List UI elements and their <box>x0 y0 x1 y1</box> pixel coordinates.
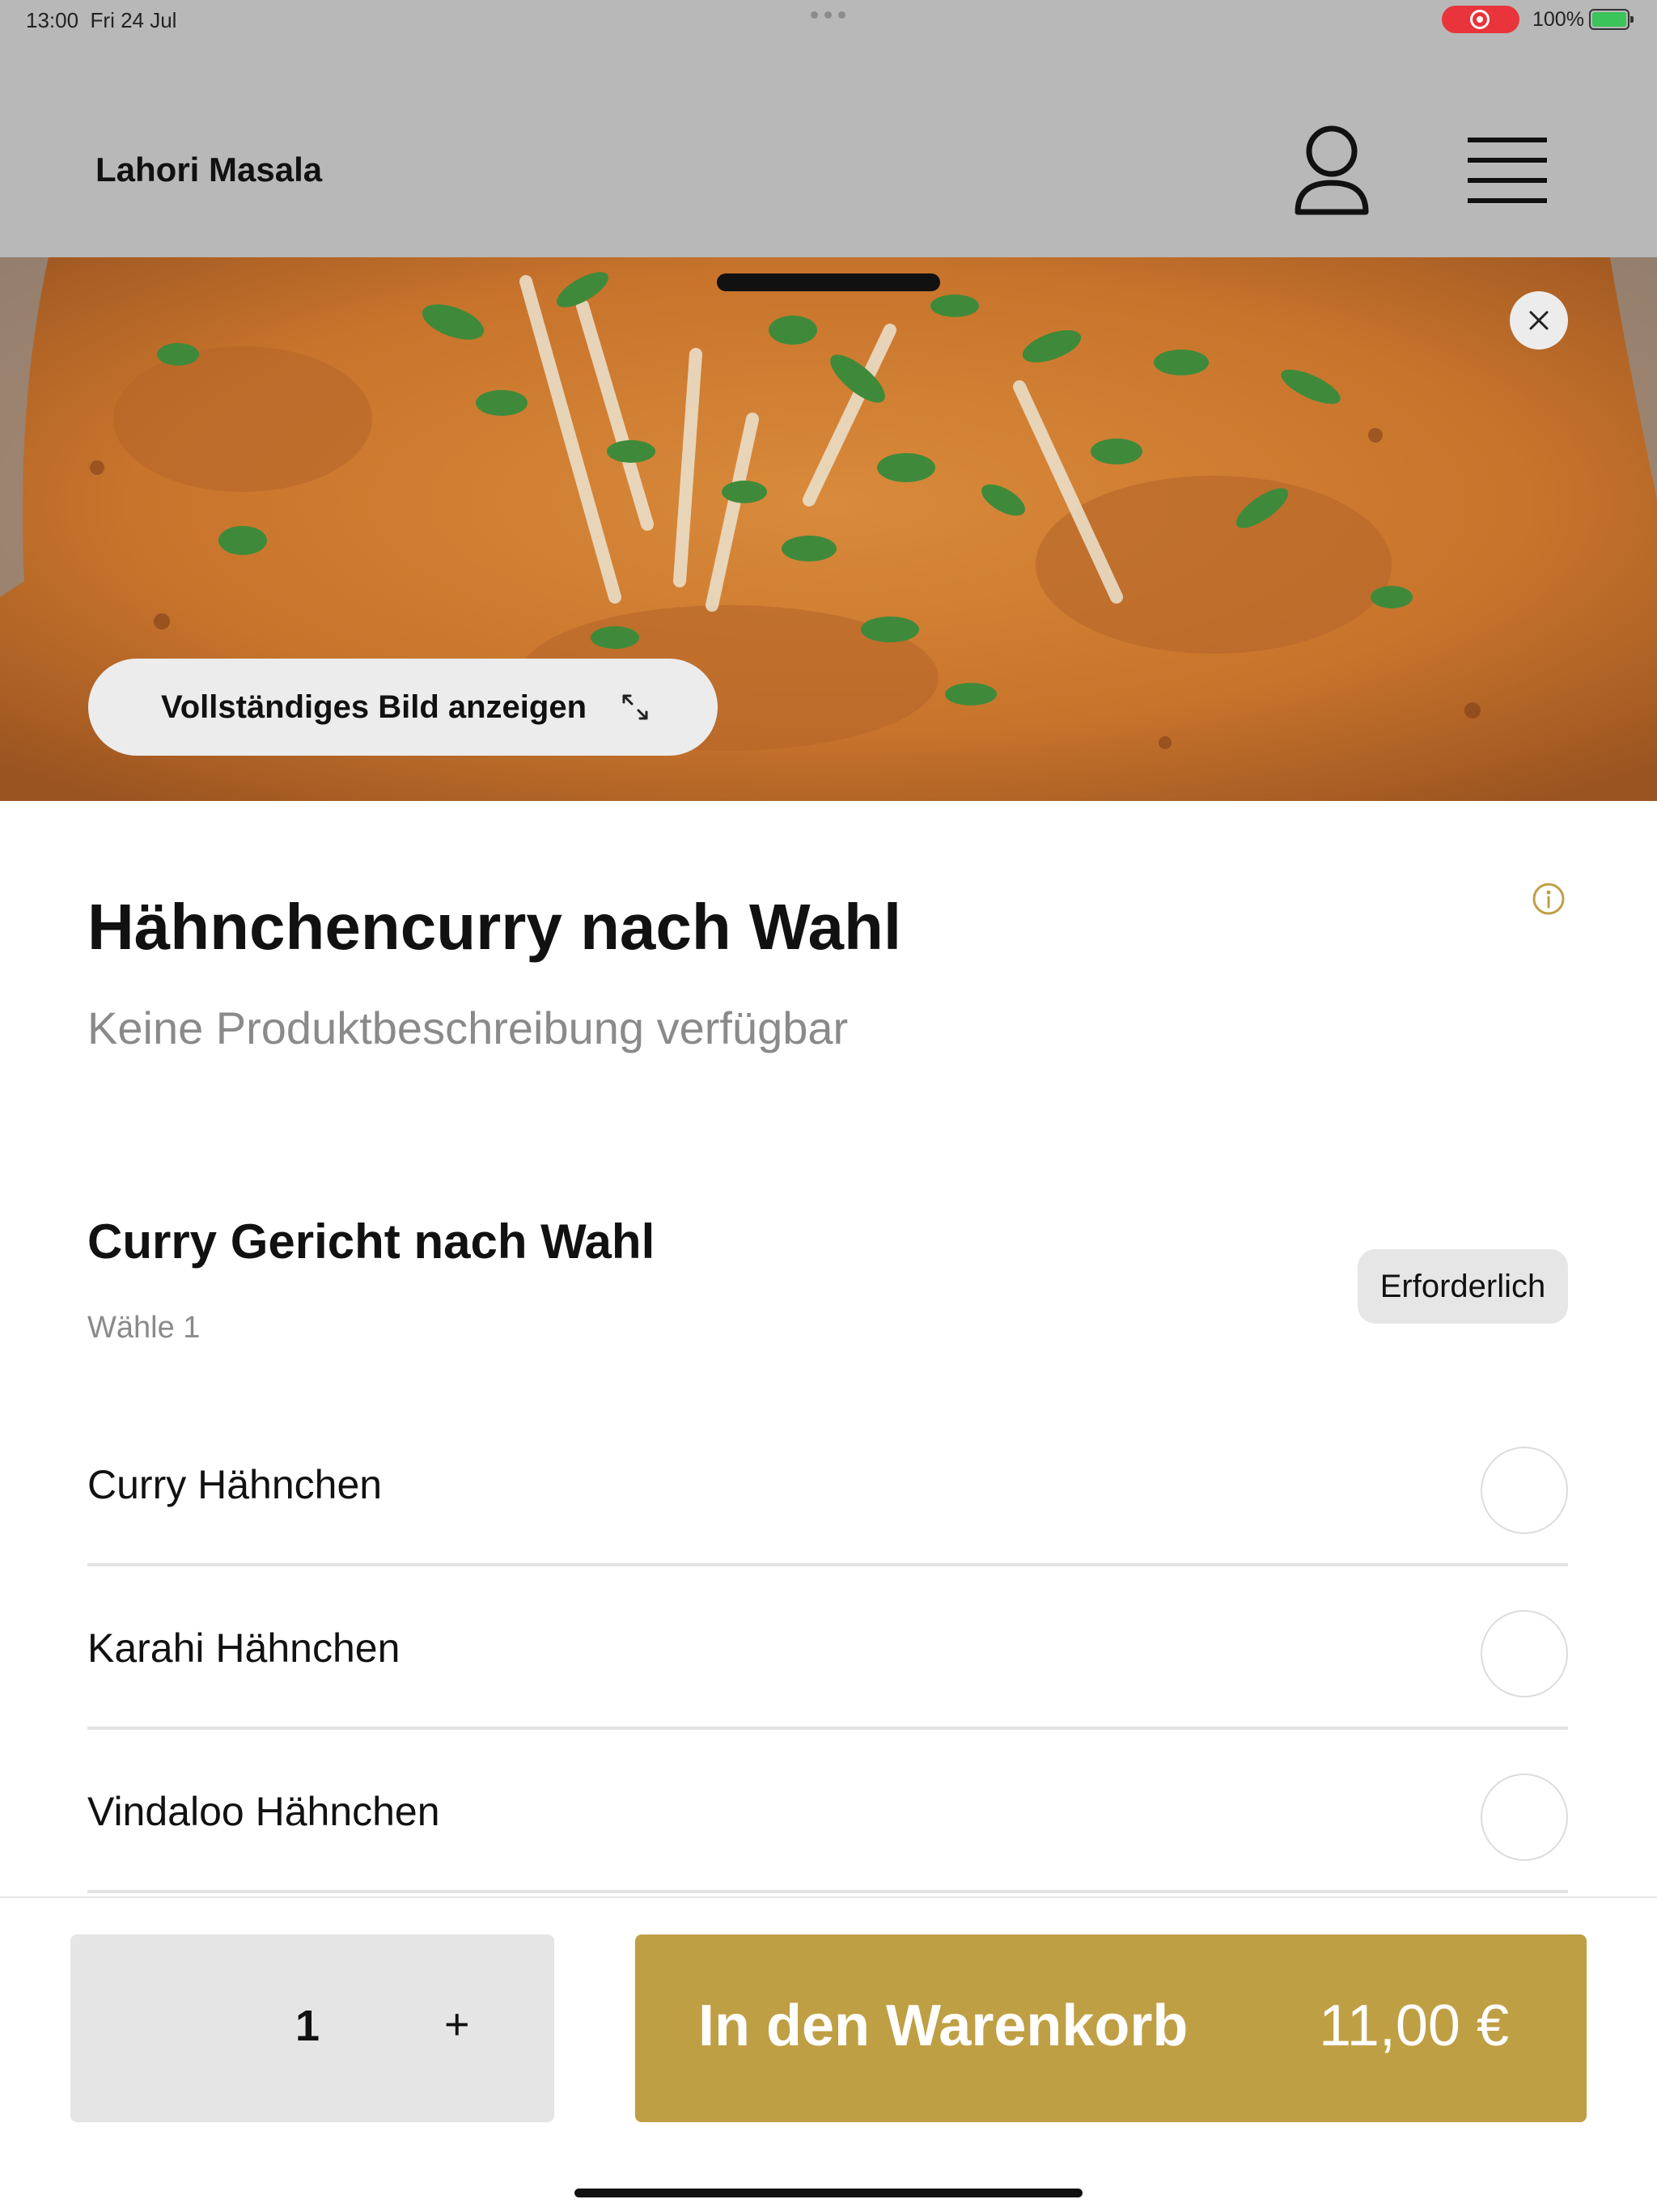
product-title: Hähnchencurry nach Wahl <box>87 891 902 963</box>
option-curry-haehnchen[interactable]: Curry Hähnchen <box>87 1403 1568 1566</box>
increment-button[interactable]: + <box>444 1999 470 2049</box>
view-full-image-button[interactable]: Vollständiges Bild anzeigen <box>88 659 718 756</box>
quantity-value: 1 <box>295 2002 320 2050</box>
quantity-stepper[interactable]: 1 + <box>70 1934 554 2122</box>
option-label: Vindaloo Hähnchen <box>87 1789 440 1834</box>
option-group-subtitle: Wähle 1 <box>87 1311 201 1345</box>
product-description: Keine Produktbeschreibung verfügbar <box>87 1002 849 1053</box>
option-karahi-haehnchen[interactable]: Karahi Hähnchen <box>87 1566 1568 1730</box>
required-badge: Erforderlich <box>1358 1249 1568 1324</box>
option-radio[interactable] <box>1481 1610 1568 1697</box>
hamburger-menu-icon[interactable] <box>1464 136 1550 206</box>
add-to-cart-button[interactable]: In den Warenkorb 11,00 € <box>635 1934 1587 2122</box>
option-vindaloo-haehnchen[interactable]: Vindaloo Hähnchen <box>87 1730 1568 1893</box>
user-icon[interactable] <box>1291 125 1372 218</box>
top-bar: 13:00 Fri 24 Jul 100% Lahori Masala <box>0 0 1657 257</box>
status-date: Fri 24 Jul <box>90 8 177 32</box>
multitasking-dots-icon[interactable] <box>811 11 845 19</box>
battery-percent: 100% <box>1532 8 1584 31</box>
option-label: Karahi Hähnchen <box>87 1625 400 1671</box>
add-to-cart-label: In den Warenkorb <box>698 1994 1189 2058</box>
battery-icon <box>1589 9 1634 30</box>
status-time: 13:00 Fri 24 Jul <box>26 8 176 33</box>
home-indicator[interactable] <box>574 2189 1083 2197</box>
brand-title[interactable]: Lahori Masala <box>95 150 322 189</box>
option-group-title: Curry Gericht nach Wahl <box>87 1214 655 1269</box>
info-icon[interactable] <box>1532 882 1566 916</box>
close-icon[interactable] <box>1510 291 1568 350</box>
option-label: Curry Hähnchen <box>87 1462 383 1507</box>
option-radio[interactable] <box>1481 1447 1568 1534</box>
status-clock: 13:00 <box>26 8 79 32</box>
option-radio[interactable] <box>1481 1773 1568 1861</box>
expand-icon <box>621 693 650 722</box>
price-label: 11,00 € <box>1319 1994 1509 2058</box>
screen-recording-icon[interactable] <box>1442 6 1519 33</box>
sheet-grabber-handle[interactable] <box>717 273 940 291</box>
view-full-image-label: Vollständiges Bild anzeigen <box>161 689 587 725</box>
